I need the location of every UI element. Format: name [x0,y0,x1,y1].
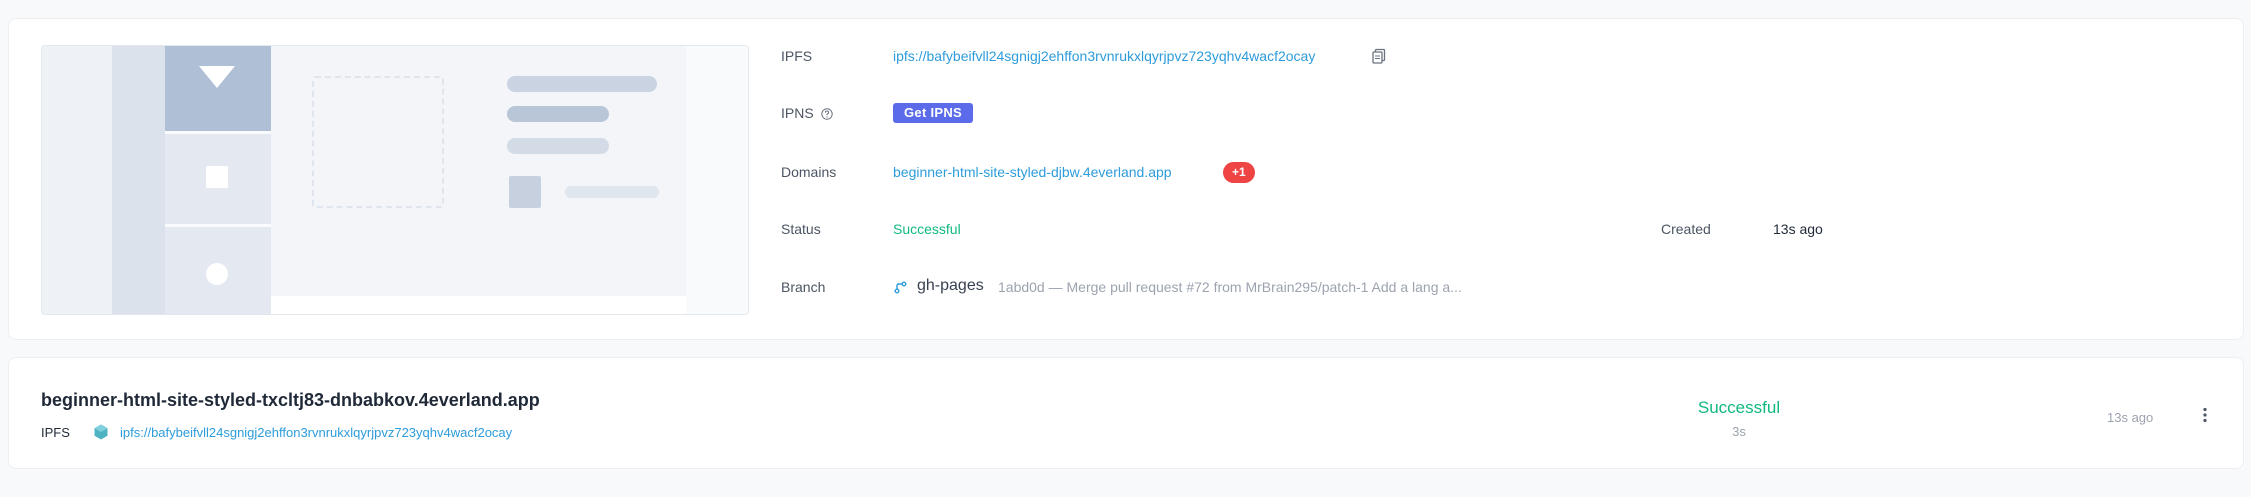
ipfs-label: IPFS [781,48,813,64]
preview-circle [206,263,228,285]
preview-square [206,166,228,188]
ipns-label: IPNS [781,105,814,121]
preview-shape [42,46,112,314]
domain-link[interactable]: beginner-html-site-styled-djbw.4everland… [893,164,1172,180]
domains-label: Domains [781,164,837,180]
deployment-row[interactable]: beginner-html-site-styled-txcltj83-dnbab… [8,357,2244,469]
more-actions-button[interactable] [2193,403,2217,427]
status-label: Status [781,221,821,237]
ipfs-link[interactable]: ipfs://bafybeifvll24sgnigj2ehffon3rvnruk… [893,48,1315,64]
preview-tile [509,176,541,208]
deployment-ipfs-link[interactable]: ipfs://bafybeifvll24sgnigj2ehffon3rvnruk… [120,425,512,440]
branch-name-link[interactable]: gh-pages [917,277,984,295]
preview-shape [112,46,165,314]
deployment-time: 13s ago [2107,410,2154,425]
preview-triangle [199,66,235,88]
preview-shape [165,224,271,227]
deployment-status: Successful [1697,398,1781,417]
created-value: 13s ago [1773,221,1823,237]
status-value: Successful [893,221,961,237]
preview-placeholder-box [312,76,444,208]
copy-icon[interactable] [1372,48,1386,64]
git-branch-icon [893,280,908,295]
more-vertical-icon [2203,407,2207,423]
site-preview-thumbnail[interactable] [41,45,749,315]
project-overview-card: IPFS ipfs://bafybeifvll24sgnigj2ehffon3r… [8,18,2244,340]
deployment-ipfs-label: IPFS [41,425,70,440]
ipfs-hexagon-icon [94,424,108,440]
preview-shape [165,46,271,131]
get-ipns-button[interactable]: Get IPNS [893,103,974,123]
preview-bar [507,106,609,122]
more-domains-badge[interactable]: +1 [1223,162,1255,183]
preview-shape [271,296,686,314]
commit-message: 1abd0d — Merge pull request #72 from MrB… [998,279,1462,295]
deployment-duration: 3s [1732,424,1746,439]
preview-shape [165,131,271,134]
preview-shape [686,46,748,314]
branch-label: Branch [781,279,826,295]
preview-bar [507,76,657,92]
help-circle-icon[interactable] [821,107,833,120]
preview-bar [565,186,659,198]
deployment-domain-link[interactable]: beginner-html-site-styled-txcltj83-dnbab… [41,390,540,411]
created-label: Created [1661,221,1711,237]
preview-bar [507,138,609,154]
